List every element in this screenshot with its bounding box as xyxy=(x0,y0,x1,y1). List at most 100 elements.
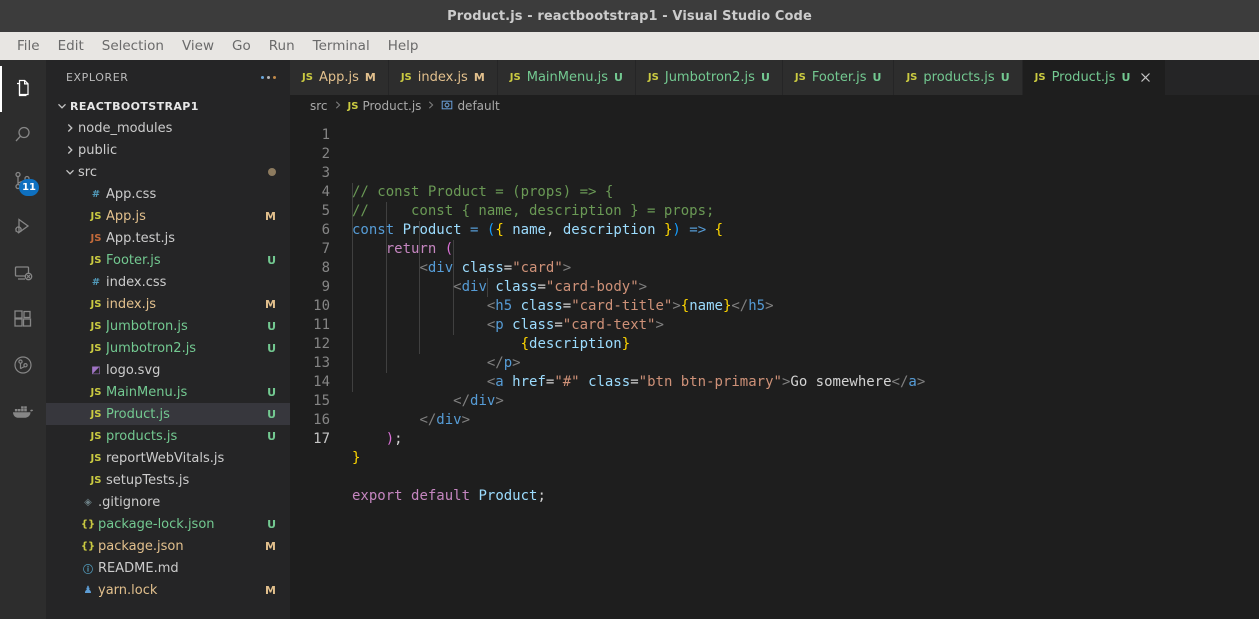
menu-item-go[interactable]: Go xyxy=(223,35,260,57)
code-line: const Product = ({ name, description }) … xyxy=(352,221,1259,240)
activity-explorer[interactable] xyxy=(0,66,46,112)
activity-extensions[interactable] xyxy=(0,296,46,342)
activity-search[interactable] xyxy=(0,112,46,158)
token-brace1: { xyxy=(520,336,530,352)
tab-label: Footer.js xyxy=(811,70,867,85)
tree-item-mainmenu-js[interactable]: JS MainMenu.js U xyxy=(46,381,290,403)
tree-item-gitignore[interactable]: ◈ .gitignore xyxy=(46,491,290,513)
tree-root-reactbootstrap1[interactable]: REACTBOOTSTRAP1 xyxy=(46,95,290,117)
tree-item-src[interactable]: src xyxy=(46,161,290,183)
token-brace1: { xyxy=(680,298,690,314)
breadcrumb-separator xyxy=(425,100,437,113)
code-content[interactable]: // const Product = (props) => {// const … xyxy=(352,117,1259,619)
token-tag: > xyxy=(765,298,774,314)
token-tag: < xyxy=(419,260,428,276)
breadcrumb-item-default[interactable]: default xyxy=(441,99,500,114)
activity-run-and-debug[interactable] xyxy=(0,204,46,250)
git-status-badge: U xyxy=(267,385,276,399)
menu-item-run[interactable]: Run xyxy=(260,35,304,57)
code-editor[interactable]: 1 2 3 4 5 6 7 8 9 10 11 12 13 14 15 16 17 // const Produ… xyxy=(290,117,1259,619)
tab-products-js[interactable]: JS products.js U xyxy=(894,60,1023,95)
menu-item-help[interactable]: Help xyxy=(379,35,428,57)
code-line: {description} xyxy=(352,335,1259,354)
tree-item-label: logo.svg xyxy=(106,362,161,378)
js-file-icon: JS xyxy=(302,72,313,83)
tree-item-index-js[interactable]: JS index.js M xyxy=(46,293,290,315)
tree-item-jumbotron-js[interactable]: JS Jumbotron.js U xyxy=(46,315,290,337)
line-number: 13 xyxy=(313,355,330,371)
tree-item-readme-md[interactable]: ⓘ README.md xyxy=(46,557,290,579)
more-actions-icon[interactable] xyxy=(257,74,280,81)
tree-item-setuptests-js[interactable]: JS setupTests.js xyxy=(46,469,290,491)
line-number: 9 xyxy=(321,279,330,295)
tree-item-node-modules[interactable]: node_modules xyxy=(46,117,290,139)
tree-item-product-js[interactable]: JS Product.js U xyxy=(46,403,290,425)
menu-item-view[interactable]: View xyxy=(173,35,223,57)
token-plain: = xyxy=(503,260,513,276)
activity-git-graph[interactable] xyxy=(0,342,46,388)
tree-item-app-css[interactable]: # App.css xyxy=(46,183,290,205)
menu-item-terminal[interactable]: Terminal xyxy=(304,35,379,57)
tree-item-public[interactable]: public xyxy=(46,139,290,161)
tab-app-js[interactable]: JS App.js M xyxy=(290,60,389,95)
tree-item-jumbotron2-js[interactable]: JS Jumbotron2.js U xyxy=(46,337,290,359)
activity-source-control[interactable]: 11 xyxy=(0,158,46,204)
files-icon xyxy=(11,77,35,101)
tree-item-yarn-lock[interactable]: ♟ yarn.lock M xyxy=(46,579,290,601)
tab-jumbotron2-js[interactable]: JS Jumbotron2.js U xyxy=(635,60,783,95)
breadcrumb-item-src[interactable]: src xyxy=(310,99,328,113)
tree-item-label: package-lock.json xyxy=(98,516,215,532)
code-line: return ( xyxy=(352,240,1259,259)
chevron-right-icon xyxy=(62,122,78,134)
tree-item-label: REACTBOOTSTRAP1 xyxy=(70,99,199,113)
tab-product-js[interactable]: JS Product.js U xyxy=(1022,60,1167,95)
tree-item-label: yarn.lock xyxy=(98,582,158,598)
tree-item-label: Jumbotron.js xyxy=(106,318,188,334)
token-plain: ; xyxy=(537,488,546,504)
tree-item-app-test-js[interactable]: JS App.test.js xyxy=(46,227,290,249)
tab-footer-js[interactable]: JS Footer.js U xyxy=(782,60,895,95)
token-brace1: { xyxy=(714,222,724,238)
menu-item-file[interactable]: File xyxy=(8,35,49,57)
tree-item-logo-svg[interactable]: ◩ logo.svg xyxy=(46,359,290,381)
line-number: 4 xyxy=(321,184,330,200)
token-comment: // const { name, description } = props; xyxy=(352,203,715,219)
md-file-icon: ⓘ xyxy=(83,564,93,576)
activity-docker[interactable] xyxy=(0,388,46,434)
token-op: => xyxy=(689,222,707,238)
token-tagname: div xyxy=(470,393,496,409)
tree-item-app-js[interactable]: JS App.js M xyxy=(46,205,290,227)
tree-item-products-js[interactable]: JS products.js U xyxy=(46,425,290,447)
token-param: name xyxy=(512,222,546,238)
token-attr: class xyxy=(512,317,555,333)
tree-item-package-json[interactable]: {} package.json M xyxy=(46,535,290,557)
js-file-icon: JS xyxy=(509,72,521,83)
tree-item-index-css[interactable]: # index.css xyxy=(46,271,290,293)
js-file-icon: JS xyxy=(90,430,102,442)
token-attr: class xyxy=(520,298,563,314)
activity-remote-explorer[interactable] xyxy=(0,250,46,296)
tab-index-js[interactable]: JS index.js M xyxy=(388,60,498,95)
breadcrumb-item-product-js[interactable]: JS Product.js xyxy=(348,99,422,113)
line-number: 16 xyxy=(313,412,330,428)
tree-item-reportwebvitals-js[interactable]: JS reportWebVitals.js xyxy=(46,447,290,469)
menu-item-selection[interactable]: Selection xyxy=(93,35,173,57)
js-file-icon: JS xyxy=(794,72,806,83)
close-icon[interactable] xyxy=(1137,70,1153,86)
tree-item-package-lock-json[interactable]: {} package-lock.json U xyxy=(46,513,290,535)
js-file-icon: JS xyxy=(647,72,659,83)
tab-mainmenu-js[interactable]: JS MainMenu.js U xyxy=(497,60,636,95)
code-line: ); xyxy=(352,430,1259,449)
sidebar-title: EXPLORER xyxy=(66,71,129,84)
tree-item-footer-js[interactable]: JS Footer.js U xyxy=(46,249,290,271)
menu-item-edit[interactable]: Edit xyxy=(49,35,93,57)
token-tagname: div xyxy=(427,260,454,276)
